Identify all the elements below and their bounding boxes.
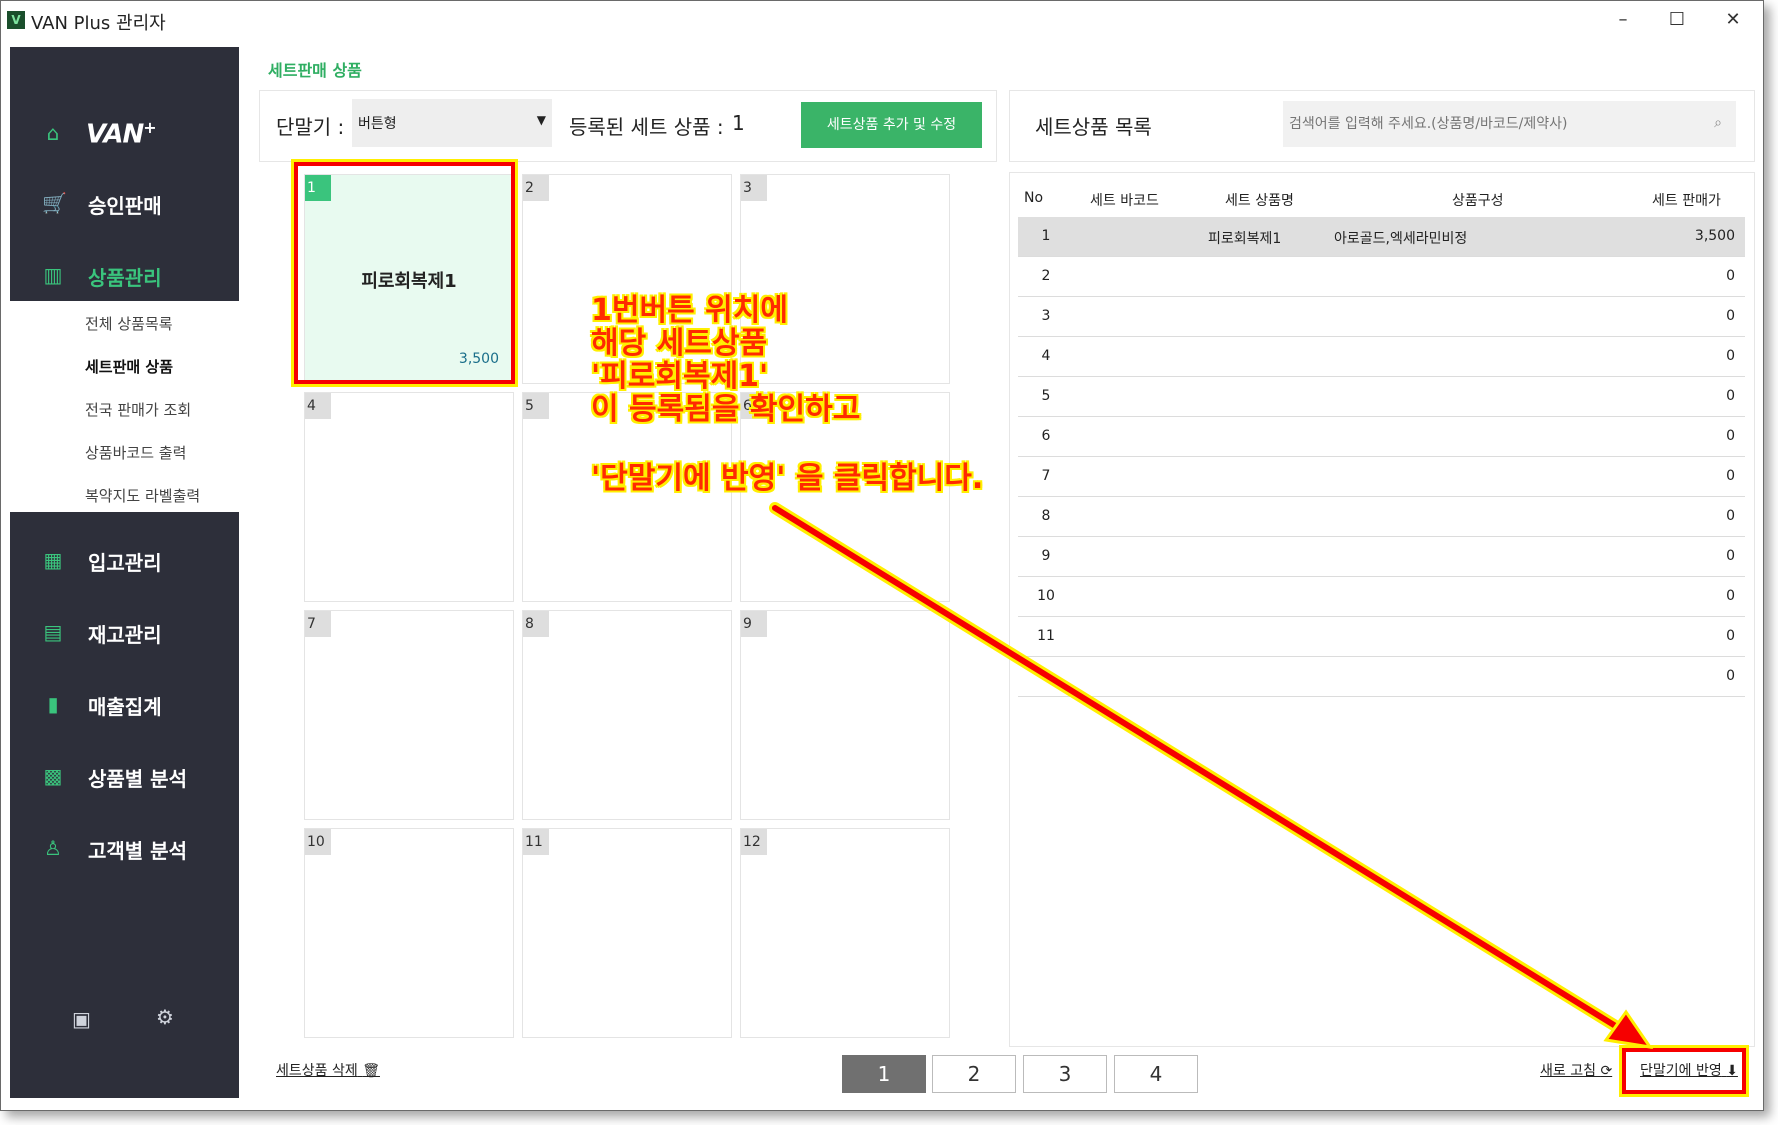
arrow-shaft [772,505,1625,1033]
annotation-arrow [769,502,1654,1050]
